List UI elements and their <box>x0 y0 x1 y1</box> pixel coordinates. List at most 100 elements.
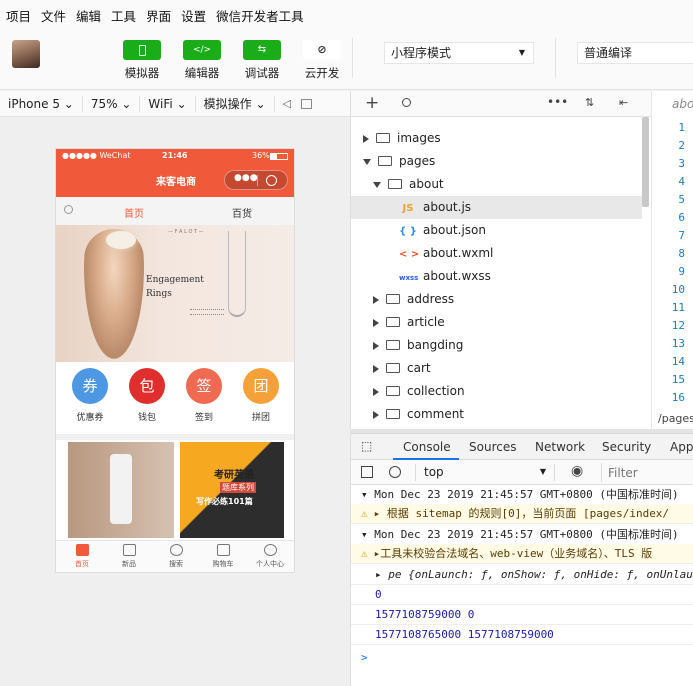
tree-item-about[interactable]: about <box>373 173 444 196</box>
tab-sources[interactable]: Sources <box>469 440 516 454</box>
console-line: 0 <box>351 585 693 605</box>
menu-devtools[interactable]: 微信开发者工具 <box>216 6 304 25</box>
product-image-book[interactable]: 考研英语 题库系列 写作必练101篇 <box>180 442 284 538</box>
caret-right-icon[interactable] <box>373 341 379 350</box>
caret-right-icon[interactable] <box>373 318 379 327</box>
operation-select[interactable]: 模拟操作 ⌄ <box>196 95 275 112</box>
caret-right-icon[interactable] <box>373 364 379 373</box>
avatar[interactable] <box>12 40 40 68</box>
search-icon[interactable] <box>64 205 73 214</box>
volume-icon[interactable]: ◁ <box>283 97 291 110</box>
simulator-button[interactable]: 模拟器 <box>122 40 162 81</box>
tree-item-about-wxml[interactable]: < > about.wxml <box>399 242 493 265</box>
add-icon[interactable]: + <box>365 93 379 113</box>
tree-item-images[interactable]: images <box>363 127 441 150</box>
collapse-icon[interactable]: ⇤ <box>619 96 628 109</box>
caret-right-icon[interactable] <box>373 295 379 304</box>
menu-project[interactable]: 项目 <box>6 6 31 25</box>
menu-settings[interactable]: 设置 <box>181 6 206 25</box>
console-filter-input[interactable] <box>601 463 693 482</box>
tabbar-label: 搜索 <box>169 560 183 568</box>
tabbar-item-3[interactable]: 购物车 <box>201 543 245 572</box>
close-icon[interactable] <box>266 175 277 186</box>
search-icon[interactable] <box>402 98 411 107</box>
tree-item-bangding[interactable]: bangding <box>373 334 463 357</box>
js-file-icon: JS <box>402 203 414 214</box>
tab-appdata[interactable]: Appl <box>670 440 693 454</box>
tree-item-pages[interactable]: pages <box>363 150 435 173</box>
tab-home[interactable]: 首页 <box>124 205 144 220</box>
caret-right-icon[interactable] <box>373 387 379 396</box>
tabbar-item-4[interactable]: 个人中心 <box>248 543 292 572</box>
eye-icon[interactable]: ◉ <box>571 463 583 479</box>
line-number: 15 <box>671 373 685 386</box>
tree-item-collection[interactable]: collection <box>373 380 465 403</box>
mode-select[interactable]: 小程序模式 ▼ <box>384 42 534 64</box>
tree-item-about-json[interactable]: { } about.json <box>399 219 486 242</box>
tree-item-about-wxss[interactable]: wxss about.wxss <box>399 265 491 288</box>
compile-select[interactable]: 普通编译 <box>577 42 693 64</box>
network-select[interactable]: WiFi ⌄ <box>140 95 196 112</box>
cart-icon <box>216 544 230 556</box>
file-tree: images pages about JS about.js { } about.json <… <box>351 117 651 429</box>
devtools-tabs: ⬚ Console Sources Network Security Appl <box>351 433 693 460</box>
caret-down-icon[interactable] <box>373 181 381 188</box>
menu-file[interactable]: 文件 <box>41 6 66 25</box>
menu-edit[interactable]: 编辑 <box>76 6 101 25</box>
chevron-down-icon: ▼ <box>518 48 525 57</box>
sort-icon[interactable]: ⇅ <box>585 96 594 109</box>
chevron-down-icon: ▼ <box>539 467 546 476</box>
menu-tools[interactable]: 工具 <box>111 6 136 25</box>
nav-bar: 来客电商 ●●● <box>56 163 294 197</box>
folder-icon <box>376 132 390 143</box>
zoom-select[interactable]: 75% ⌄ <box>83 95 141 112</box>
tabbar-item-1[interactable]: 新品 <box>107 543 151 572</box>
cloud-icon: ⊘ <box>303 40 341 60</box>
product-image-bottle[interactable] <box>68 442 174 538</box>
menu-interface[interactable]: 界面 <box>146 6 171 25</box>
caret-right-icon[interactable] <box>363 134 369 143</box>
icon-button-0[interactable]: 券优惠券 <box>70 368 110 428</box>
tab-security[interactable]: Security <box>602 440 651 454</box>
more-icon[interactable]: ••• <box>547 95 568 109</box>
tabbar-item-2[interactable]: 搜索 <box>154 543 198 572</box>
context-select[interactable]: top ▼ <box>415 464 555 481</box>
tree-item-article[interactable]: article <box>373 311 445 334</box>
line-number: 6 <box>678 211 685 224</box>
tab-console[interactable]: Console <box>403 440 451 454</box>
window-icon[interactable] <box>301 98 312 109</box>
icon-button-2[interactable]: 签签到 <box>184 368 224 428</box>
editor-tab[interactable]: abo <box>672 97 693 111</box>
console-line: ▾ Mon Dec 23 2019 21:45:57 GMT+0800 (中国标… <box>351 485 693 505</box>
console-prompt[interactable]: > <box>351 648 693 668</box>
icon-button-3[interactable]: 团拼团 <box>241 368 281 428</box>
line-number: 5 <box>678 193 685 206</box>
tab-network[interactable]: Network <box>535 440 585 454</box>
tree-item-label: pages <box>399 154 436 168</box>
more-icon[interactable]: ●●● <box>234 173 258 183</box>
caret-down-icon[interactable] <box>363 158 371 165</box>
editor-button[interactable]: </> 编辑器 <box>182 40 222 81</box>
inspect-icon[interactable]: ⬚ <box>361 439 372 453</box>
icon-button-1[interactable]: 包钱包 <box>127 368 167 428</box>
tree-item-about-js[interactable]: JS about.js <box>399 196 472 219</box>
phone-screen[interactable]: ●●●●● WeChat 21:46 36% 来客电商 ●●● 首页 百货 — … <box>55 148 295 573</box>
folder-open-icon <box>388 178 402 189</box>
clear-console-icon[interactable] <box>389 466 401 478</box>
tab-goods[interactable]: 百货 <box>232 205 252 220</box>
tabbar-item-0[interactable]: 首页 <box>60 543 104 572</box>
tree-scrollbar[interactable] <box>642 117 649 207</box>
capsule-button[interactable]: ●●● <box>224 170 288 190</box>
caret-right-icon[interactable] <box>373 410 379 419</box>
editor-gutter: abo /pages 1 2 3 4 5 6 7 8 9 10 11 12 13 14 15 16 <box>651 91 693 429</box>
line-number: 2 <box>678 139 685 152</box>
tree-item-comment[interactable]: comment <box>373 403 464 426</box>
cloud-dev-button[interactable]: ⊘ 云开发 <box>302 40 342 81</box>
debugger-button[interactable]: ⇆ 调试器 <box>242 40 282 81</box>
tree-item-cart[interactable]: cart <box>373 357 431 380</box>
sidebar-toggle-icon[interactable] <box>361 466 373 478</box>
banner[interactable]: — F A L O T — Engagement Rings <box>56 225 294 362</box>
tree-item-address[interactable]: address <box>373 288 454 311</box>
device-select[interactable]: iPhone 5 ⌄ <box>0 95 83 112</box>
toolbar: 模拟器 </> 编辑器 ⇆ 调试器 ⊘ 云开发 小程序模式 ▼ 普通编译 <box>0 30 693 90</box>
